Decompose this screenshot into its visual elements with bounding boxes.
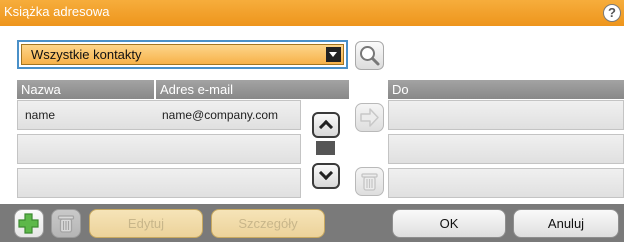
- arrow-right-icon: [360, 108, 379, 127]
- help-icon[interactable]: ?: [603, 4, 621, 22]
- trash-icon: [361, 173, 378, 191]
- recipients-header: Do: [388, 80, 624, 99]
- delete-contact-button[interactable]: [51, 209, 81, 238]
- column-header-email: Adres e-mail: [156, 80, 349, 99]
- contact-email: name@company.com: [162, 108, 279, 122]
- search-button[interactable]: [355, 41, 384, 70]
- recipient-row[interactable]: [388, 100, 624, 130]
- ok-button[interactable]: OK: [392, 209, 506, 238]
- table-row[interactable]: [17, 168, 301, 198]
- dropdown-arrow-icon[interactable]: [326, 47, 341, 62]
- edit-button[interactable]: Edytuj: [89, 209, 203, 238]
- column-header-name-label: Nazwa: [21, 82, 61, 97]
- recipients-header-label: Do: [392, 82, 409, 97]
- chevron-up-icon: [318, 119, 334, 135]
- recipient-row[interactable]: [388, 168, 624, 198]
- details-button[interactable]: Szczegóły: [211, 209, 325, 238]
- add-contact-button[interactable]: [14, 209, 44, 238]
- add-to-recipients-button[interactable]: [355, 103, 384, 132]
- scroll-down-button[interactable]: [312, 163, 340, 189]
- plus-icon: [18, 213, 39, 234]
- scroll-up-button[interactable]: [312, 112, 340, 138]
- contact-name: name: [25, 108, 56, 122]
- trash-icon: [57, 215, 75, 233]
- remove-recipient-button[interactable]: [355, 167, 384, 196]
- chevron-down-icon: [318, 165, 334, 181]
- filter-selected-value: Wszystkie kontakty: [31, 47, 142, 62]
- window-title: Książka adresowa: [4, 4, 110, 19]
- cancel-button[interactable]: Anuluj: [513, 209, 619, 238]
- recipient-row[interactable]: [388, 134, 624, 164]
- column-header-name: Nazwa: [17, 80, 154, 99]
- search-icon: [360, 46, 380, 66]
- table-row[interactable]: [17, 134, 301, 164]
- scroll-position-indicator[interactable]: [316, 141, 335, 155]
- column-header-email-label: Adres e-mail: [160, 82, 233, 97]
